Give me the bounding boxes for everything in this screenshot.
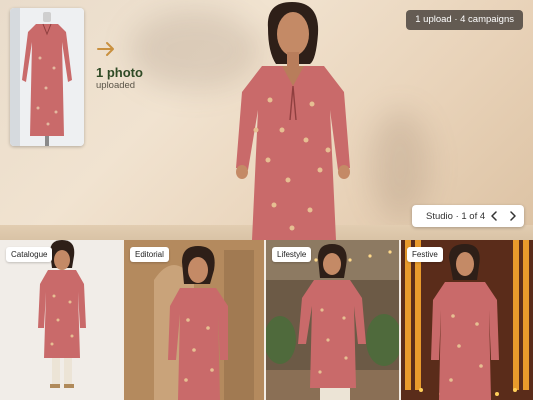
chevron-right-icon — [510, 211, 516, 221]
next-button[interactable] — [505, 208, 521, 224]
model-studio-image — [236, 2, 350, 240]
upload-status-text: uploaded — [96, 80, 136, 91]
campaign-pager: Studio · 1 of 4 — [412, 205, 524, 227]
pager-text: Studio · 1 of 4 — [426, 210, 486, 222]
campaign-tile-lifestyle[interactable]: Lifestyle — [266, 240, 399, 400]
tile-label-catalogue: Catalogue — [6, 247, 53, 262]
mannequin-kurta-image — [10, 8, 84, 146]
campaign-tile-festive[interactable]: Festive — [401, 240, 533, 400]
catalogue-image — [0, 240, 122, 400]
wall-shadow — [370, 110, 430, 220]
festive-image — [401, 240, 533, 400]
upload-campaign-summary: 1 upload · 4 campaigns — [406, 10, 523, 30]
tile-label-lifestyle: Lifestyle — [272, 247, 312, 262]
tile-label-festive: Festive — [407, 247, 443, 262]
chevron-left-icon — [491, 211, 497, 221]
hero-preview: 1 photo uploaded 1 upload · 4 campaigns … — [0, 0, 533, 240]
arrow-right-icon — [97, 42, 114, 56]
tile-label-editorial: Editorial — [130, 247, 169, 262]
lifestyle-image — [266, 240, 399, 400]
uploaded-photo-thumbnail[interactable] — [10, 8, 84, 146]
campaign-tile-catalogue[interactable]: Catalogue — [0, 240, 122, 400]
campaign-strip: Catalogue Editorial Lifestyle Festive — [0, 240, 533, 400]
previous-button[interactable] — [486, 208, 502, 224]
upload-count-text: 1 photo — [96, 65, 143, 80]
campaign-tile-editorial[interactable]: Editorial — [124, 240, 264, 400]
editorial-image — [124, 240, 264, 400]
